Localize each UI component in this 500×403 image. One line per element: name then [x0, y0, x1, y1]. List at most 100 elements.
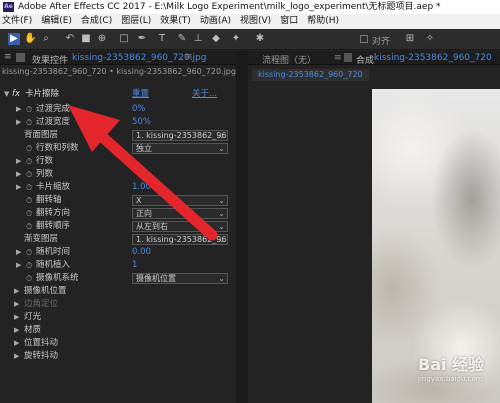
lock-icon[interactable]	[16, 53, 25, 62]
text-tool-icon[interactable]: T	[156, 33, 168, 45]
property-value[interactable]: 1	[132, 259, 137, 272]
effect-property-row[interactable]: ▶ ⏱ 随机时间 0.00	[0, 246, 236, 259]
effect-property-row[interactable]: ▶ 旋转抖动	[0, 350, 236, 363]
effect-property-row[interactable]: ▶ ⏱ 过渡完成 0%	[0, 103, 236, 116]
effect-property-row[interactable]: ▶ 位置抖动	[0, 337, 236, 350]
effect-property-row[interactable]: ▶ 边角定位	[0, 298, 236, 311]
stopwatch-icon[interactable]: ⏱	[26, 220, 32, 233]
rect-mask-tool-icon[interactable]: □	[118, 33, 130, 45]
camera-tool-icon[interactable]: ■	[80, 33, 92, 45]
effect-controls-tab-label[interactable]: 效果控件	[32, 53, 68, 66]
pen-tool-icon[interactable]: ✒	[136, 33, 148, 45]
property-value[interactable]: 50%	[132, 116, 151, 129]
effect-property-row[interactable]: ▶ ⏱ 卡片缩放 1.00	[0, 181, 236, 194]
snap-option-icon[interactable]: ✧	[424, 33, 436, 45]
menu-item[interactable]: 合成(C)	[81, 14, 112, 29]
comp-tab-prefix[interactable]: 合成	[356, 53, 374, 66]
property-dropdown[interactable]: 独立 ⌄	[132, 143, 228, 154]
property-dropdown[interactable]: 从左到右 ⌄	[132, 221, 228, 232]
eraser-tool-icon[interactable]: ◆	[210, 33, 222, 45]
property-value[interactable]: 0.00	[132, 246, 151, 259]
brush-tool-icon[interactable]: ✎	[176, 33, 188, 45]
stopwatch-icon[interactable]: ⏱	[26, 246, 32, 259]
effect-property-row[interactable]: 背面图层 1. kissing-2353862_960 ⌄	[0, 129, 236, 142]
effect-property-row[interactable]: ⏱ 翻转顺序 从左到右 ⌄	[0, 220, 236, 233]
pan-behind-tool-icon[interactable]: ⊕	[96, 33, 108, 45]
menu-item[interactable]: 文件(F)	[2, 14, 32, 29]
stopwatch-icon[interactable]: ⏱	[26, 168, 32, 181]
comp-panel-menu-icon[interactable]: ≡	[334, 53, 342, 63]
menu-item[interactable]: 效果(T)	[160, 14, 191, 29]
stopwatch-icon[interactable]: ⏱	[26, 272, 32, 285]
effect-property-row[interactable]: ⏱ 翻转轴 X ⌄	[0, 194, 236, 207]
stopwatch-icon[interactable]: ⏱	[26, 181, 32, 194]
effect-property-row[interactable]: ▶ 灯光	[0, 311, 236, 324]
effect-property-row[interactable]: ▶ ⏱ 随机植入 1	[0, 259, 236, 272]
effect-property-row[interactable]: ⏱ 翻转方向 正向 ⌄	[0, 207, 236, 220]
property-dropdown[interactable]: 1. kissing-2353862_960 ⌄	[132, 130, 228, 141]
property-dropdown[interactable]: 正向 ⌄	[132, 208, 228, 219]
rotate-tool-icon[interactable]: ↶	[64, 33, 76, 45]
property-value[interactable]: 1.00	[132, 181, 151, 194]
align-checkbox[interactable]	[360, 35, 368, 43]
hand-tool-icon[interactable]: ✋	[24, 33, 36, 45]
zoom-tool-icon[interactable]: ⌕	[40, 33, 52, 45]
expand-triangle-icon[interactable]: ▶	[14, 337, 19, 350]
select-tool-icon[interactable]: ▶	[8, 33, 20, 45]
panel-options-icon[interactable]: ≡	[185, 52, 193, 62]
stopwatch-icon[interactable]: ⏱	[26, 207, 32, 220]
menu-item[interactable]: 图层(L)	[121, 14, 151, 29]
expand-triangle-icon[interactable]: ▶	[16, 259, 21, 272]
puppet-tool-icon[interactable]: ✱	[254, 33, 266, 45]
effect-property-row[interactable]: ▶ ⏱ 列数	[0, 168, 236, 181]
expand-triangle-icon[interactable]: ▶	[14, 298, 19, 311]
effect-property-row[interactable]: ▶ ⏱ 行数	[0, 155, 236, 168]
effect-property-row[interactable]: ⏱ 摄像机系统 摄像机位置 ⌄	[0, 272, 236, 285]
expand-triangle-icon[interactable]: ▶	[14, 324, 19, 337]
comp-sub-tab[interactable]: kissing-2353862_960_720	[252, 69, 369, 81]
panel-menu-icon[interactable]: ≡	[4, 52, 12, 62]
menu-item[interactable]: 帮助(H)	[307, 14, 339, 29]
expand-triangle-icon[interactable]: ▶	[14, 311, 19, 324]
stopwatch-icon[interactable]: ⏱	[26, 116, 32, 129]
property-dropdown[interactable]: X ⌄	[132, 195, 228, 206]
dropdown-value: 从左到右	[136, 222, 168, 231]
expand-triangle-icon[interactable]: ▶	[14, 285, 19, 298]
expand-triangle-icon[interactable]: ▶	[14, 350, 19, 363]
comp-tab-name[interactable]: kissing-2353862_960_720	[374, 53, 492, 63]
expand-triangle-icon[interactable]: ▶	[16, 181, 21, 194]
effect-property-row[interactable]: ⏱ 行数和列数 独立 ⌄	[0, 142, 236, 155]
stopwatch-icon[interactable]: ⏱	[26, 103, 32, 116]
menu-item[interactable]: 窗口	[280, 14, 298, 29]
property-value[interactable]: 0%	[132, 103, 146, 116]
flowchart-tab[interactable]: 流程图（无）	[262, 53, 316, 66]
snap-icon[interactable]: ⊞	[404, 33, 416, 45]
expand-triangle-icon[interactable]: ▶	[16, 246, 21, 259]
comp-lock-icon[interactable]	[344, 53, 352, 62]
stopwatch-icon[interactable]: ⏱	[26, 259, 32, 272]
effect-property-row[interactable]: ▶ 材质	[0, 324, 236, 337]
effect-header-row[interactable]: ▼ fx 卡片擦除 重置 关于...	[0, 88, 236, 101]
expand-triangle-icon[interactable]: ▶	[16, 103, 21, 116]
roto-brush-tool-icon[interactable]: ✦	[230, 33, 242, 45]
effect-property-row[interactable]: ▶ ⏱ 过渡宽度 50%	[0, 116, 236, 129]
about-link[interactable]: 关于...	[192, 88, 217, 101]
stopwatch-icon[interactable]: ⏱	[26, 155, 32, 168]
expand-triangle-icon[interactable]: ▶	[16, 116, 21, 129]
property-dropdown[interactable]: 1. kissing-2353862_960 ⌄	[132, 234, 228, 245]
menu-item[interactable]: 动画(A)	[200, 14, 231, 29]
clone-stamp-tool-icon[interactable]: ⊥	[192, 33, 204, 45]
fx-icon[interactable]: fx	[12, 88, 20, 101]
effect-property-row[interactable]: 渐变图层 1. kissing-2353862_960 ⌄	[0, 233, 236, 246]
menu-item[interactable]: 视图(V)	[240, 14, 271, 29]
expand-triangle-icon[interactable]: ▶	[16, 168, 21, 181]
collapse-triangle-icon[interactable]: ▼	[4, 88, 9, 101]
property-dropdown[interactable]: 摄像机位置 ⌄	[132, 273, 228, 284]
stopwatch-icon[interactable]: ⏱	[26, 142, 32, 155]
stopwatch-icon[interactable]: ⏱	[26, 194, 32, 207]
expand-triangle-icon[interactable]: ▶	[16, 155, 21, 168]
reset-link[interactable]: 重置	[132, 88, 149, 101]
effect-property-row[interactable]: ▶ 摄像机位置	[0, 285, 236, 298]
watermark: Bai 经验 jingyan.baidu.com	[418, 351, 500, 401]
menu-item[interactable]: 编辑(E)	[41, 14, 72, 29]
